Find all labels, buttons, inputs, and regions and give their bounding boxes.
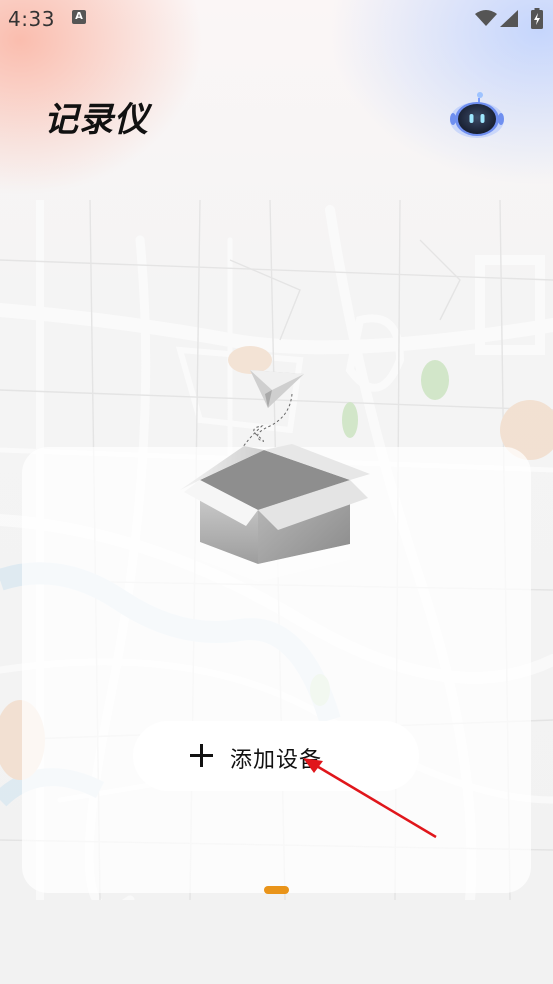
status-time: 4:33 [8, 7, 55, 31]
wifi-icon [475, 10, 497, 26]
notification-icon: A [72, 10, 86, 24]
cell-signal-icon [500, 10, 518, 27]
page-indicator-active [264, 886, 289, 894]
annotation-arrow-icon [303, 758, 437, 839]
plus-icon [190, 744, 213, 767]
battery-charging-icon [531, 8, 543, 29]
page-title: 记录仪 [44, 100, 149, 140]
assistant-button[interactable] [448, 88, 506, 146]
open-box-paper-plane-icon [180, 370, 370, 582]
robot-assistant-icon [450, 92, 504, 138]
status-bar: 4:33 A [0, 0, 553, 38]
